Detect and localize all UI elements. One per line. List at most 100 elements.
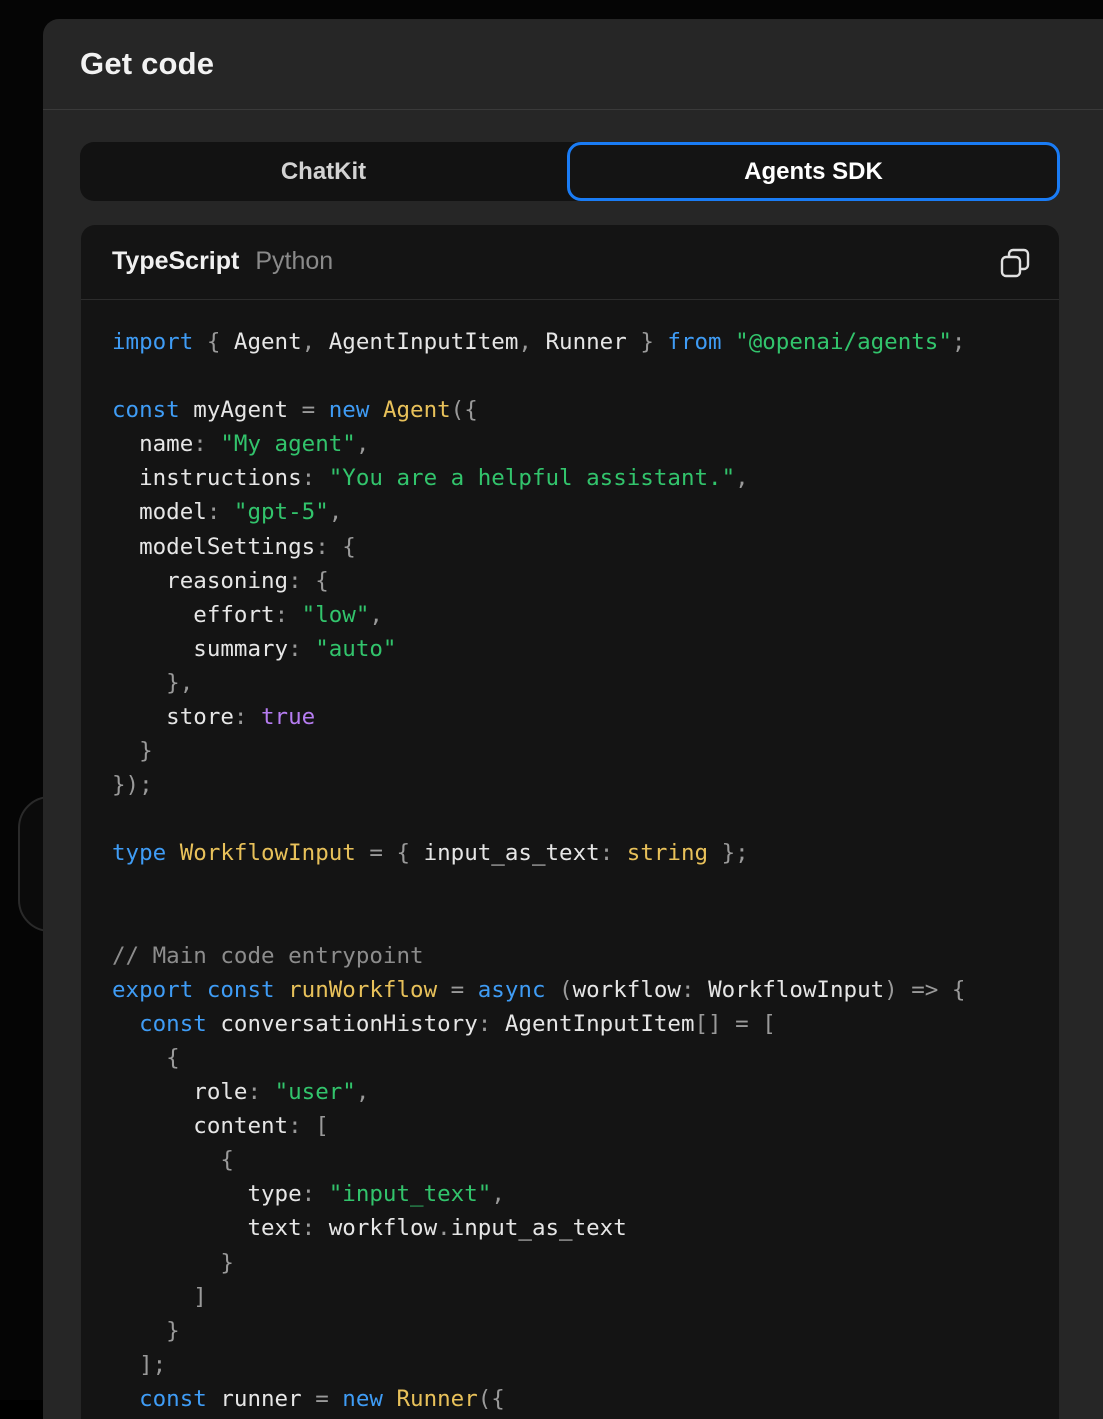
- code-token: }: [112, 1249, 234, 1276]
- code-line: }: [112, 1314, 965, 1348]
- code-token: :: [599, 840, 627, 867]
- code-token: Agent: [382, 397, 451, 424]
- code-token: ];: [112, 1351, 167, 1378]
- code-token: : [: [288, 1113, 329, 1140]
- code-token: : {: [315, 533, 356, 560]
- code-token: name: [112, 431, 194, 458]
- code-line: effort: "low",: [112, 598, 965, 632]
- code-line: store: true: [112, 700, 965, 734]
- code-token: "You are a helpful assistant.": [328, 465, 736, 492]
- code-token: "@openai/agents": [735, 329, 952, 355]
- code-token: "My agent": [220, 431, 356, 458]
- code-token: ,: [491, 1181, 505, 1208]
- code-token: }: [112, 738, 153, 765]
- code-token: },: [112, 669, 194, 696]
- code-line: summary: "auto": [112, 632, 965, 666]
- sdk-selector: ChatKit Agents SDK: [80, 142, 1060, 201]
- code-token: import: [112, 329, 194, 355]
- code-line: const conversationHistory: AgentInputIte…: [112, 1007, 965, 1041]
- code-token: workflow: [572, 976, 681, 1003]
- code-token: =: [315, 1385, 329, 1412]
- code-token: :: [288, 635, 316, 662]
- code-token: AgentInputItem: [328, 329, 519, 355]
- code-token: ,: [301, 329, 329, 355]
- tab-python[interactable]: Python: [255, 247, 333, 276]
- code-token: ,: [355, 1079, 370, 1106]
- code-token: WorkflowInput: [179, 840, 356, 867]
- code-line: reasoning: {: [112, 564, 965, 598]
- code-token: [] = [: [694, 1010, 776, 1037]
- code-line: import { Agent, AgentInputItem, Runner }…: [112, 325, 965, 359]
- code-token: :: [206, 499, 234, 526]
- get-code-dialog: Get code ChatKit Agents SDK TypeScript P…: [43, 19, 1103, 1419]
- code-token: async: [477, 976, 546, 1003]
- code-line: const runner = new Runner({: [112, 1382, 965, 1416]
- code-token: ({: [450, 397, 478, 424]
- code-line: text: workflow.input_as_text: [112, 1211, 965, 1245]
- code-token: type: [112, 1181, 302, 1208]
- code-token: ,: [735, 465, 749, 492]
- code-line: {: [112, 1041, 965, 1075]
- code-token: summary: [112, 635, 289, 662]
- code-token: new: [342, 1385, 383, 1412]
- copy-icon: [1000, 248, 1030, 278]
- language-tabs: TypeScript Python: [112, 247, 333, 276]
- code-token: :: [233, 704, 262, 731]
- code-token: store: [112, 704, 234, 731]
- code-token: Runner: [545, 329, 627, 355]
- dialog-header: Get code: [43, 19, 1103, 110]
- code-line: name: "My agent",: [112, 427, 965, 461]
- code-token: :: [301, 1215, 329, 1242]
- code-token: =: [301, 397, 316, 424]
- agents-sdk-tab[interactable]: Agents SDK: [567, 142, 1060, 201]
- code-token: "gpt-5": [233, 499, 329, 526]
- tab-typescript[interactable]: TypeScript: [112, 247, 239, 276]
- code-line: });: [112, 768, 965, 802]
- code-token: conversationHistory: [206, 1010, 478, 1037]
- code-token: runWorkflow: [288, 976, 438, 1003]
- code-token: ,: [328, 499, 343, 526]
- code-token: input_as_text: [450, 1215, 627, 1242]
- code-line: {: [112, 1143, 965, 1177]
- code-line: ]: [112, 1280, 965, 1314]
- code-token: instructions: [112, 465, 302, 492]
- code-token: const: [206, 976, 275, 1003]
- code-line: type: "input_text",: [112, 1177, 965, 1211]
- chatkit-tab[interactable]: ChatKit: [80, 142, 567, 201]
- code-token: ({: [477, 1385, 505, 1412]
- code-token: const: [139, 1010, 207, 1037]
- code-line: modelSettings: {: [112, 530, 965, 564]
- code-token: };: [708, 840, 749, 867]
- code-token: :: [193, 431, 221, 458]
- code-line: model: "gpt-5",: [112, 495, 965, 529]
- code-token: reasoning: [112, 567, 289, 594]
- code-token: Runner: [396, 1385, 478, 1412]
- code-token: ) => {: [884, 976, 966, 1003]
- code-token: input_as_text: [423, 840, 600, 867]
- code-token: }: [626, 329, 668, 355]
- code-token: export: [112, 976, 194, 1003]
- code-line: }: [112, 1246, 965, 1280]
- code-token: ]: [112, 1283, 207, 1310]
- code-token: content: [112, 1113, 289, 1140]
- copy-code-button[interactable]: [999, 247, 1031, 279]
- code-token: effort: [112, 601, 275, 628]
- code-token: text: [112, 1215, 302, 1242]
- code-toolbar: TypeScript Python: [81, 225, 1059, 300]
- code-token: =: [450, 976, 465, 1003]
- code-token: }: [112, 1317, 180, 1344]
- code-token: AgentInputItem: [504, 1010, 695, 1037]
- code-token: :: [477, 1010, 505, 1037]
- code-token: {: [193, 329, 234, 355]
